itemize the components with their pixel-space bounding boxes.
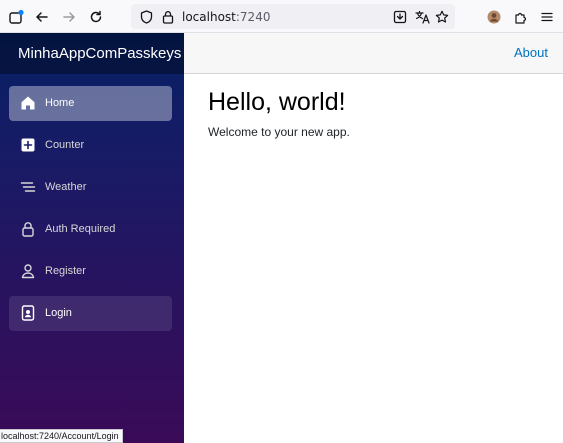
browser-toolbar: localhost:7240 [0,0,563,33]
back-arrow-icon[interactable] [32,7,52,27]
lock-icon[interactable] [158,7,178,27]
tab-overview-icon[interactable] [6,7,26,27]
nav-item-label: Weather [45,181,87,193]
nav-item-counter[interactable]: Counter [9,128,172,163]
plus-square-icon [21,138,35,152]
nav-item-label: Counter [45,139,85,151]
nav-item-register[interactable]: Register [9,254,172,289]
top-row: About [184,33,563,74]
nav-item-label: Register [45,265,86,277]
person-badge-icon [21,305,35,321]
shield-icon[interactable] [136,7,156,27]
avatar[interactable] [484,7,504,27]
nav-item-label: Login [45,307,72,319]
sidebar: MinhaAppComPasskeys Home Counter Weather… [0,33,184,443]
brand-link[interactable]: MinhaAppComPasskeys [18,45,181,62]
nav-item-home[interactable]: Home [9,86,172,121]
url-port: :7240 [235,10,271,24]
status-url-preview: localhost:7240/Account/Login [0,429,123,443]
about-link[interactable]: About [514,45,548,60]
reload-icon[interactable] [86,7,106,27]
nav-item-login[interactable]: Login [9,296,172,331]
list-icon [20,182,36,192]
puzzle-icon[interactable] [511,7,531,27]
page-title: Hello, world! [208,88,346,116]
welcome-text: Welcome to your new app. [208,125,350,139]
lock-icon [22,222,34,237]
home-icon [21,96,35,110]
save-page-icon[interactable] [390,7,410,27]
brand-bar: MinhaAppComPasskeys [0,33,184,74]
nav-item-auth-required[interactable]: Auth Required [9,212,172,247]
translate-icon[interactable] [412,7,432,27]
nav-item-weather[interactable]: Weather [9,170,172,205]
hamburger-menu-icon[interactable] [537,7,557,27]
url-text[interactable]: localhost:7240 [182,10,270,24]
person-icon [21,264,35,279]
nav-item-label: Home [45,97,75,109]
star-icon[interactable] [432,7,452,27]
forward-arrow-icon[interactable] [59,7,79,27]
nav-item-label: Auth Required [45,223,116,235]
